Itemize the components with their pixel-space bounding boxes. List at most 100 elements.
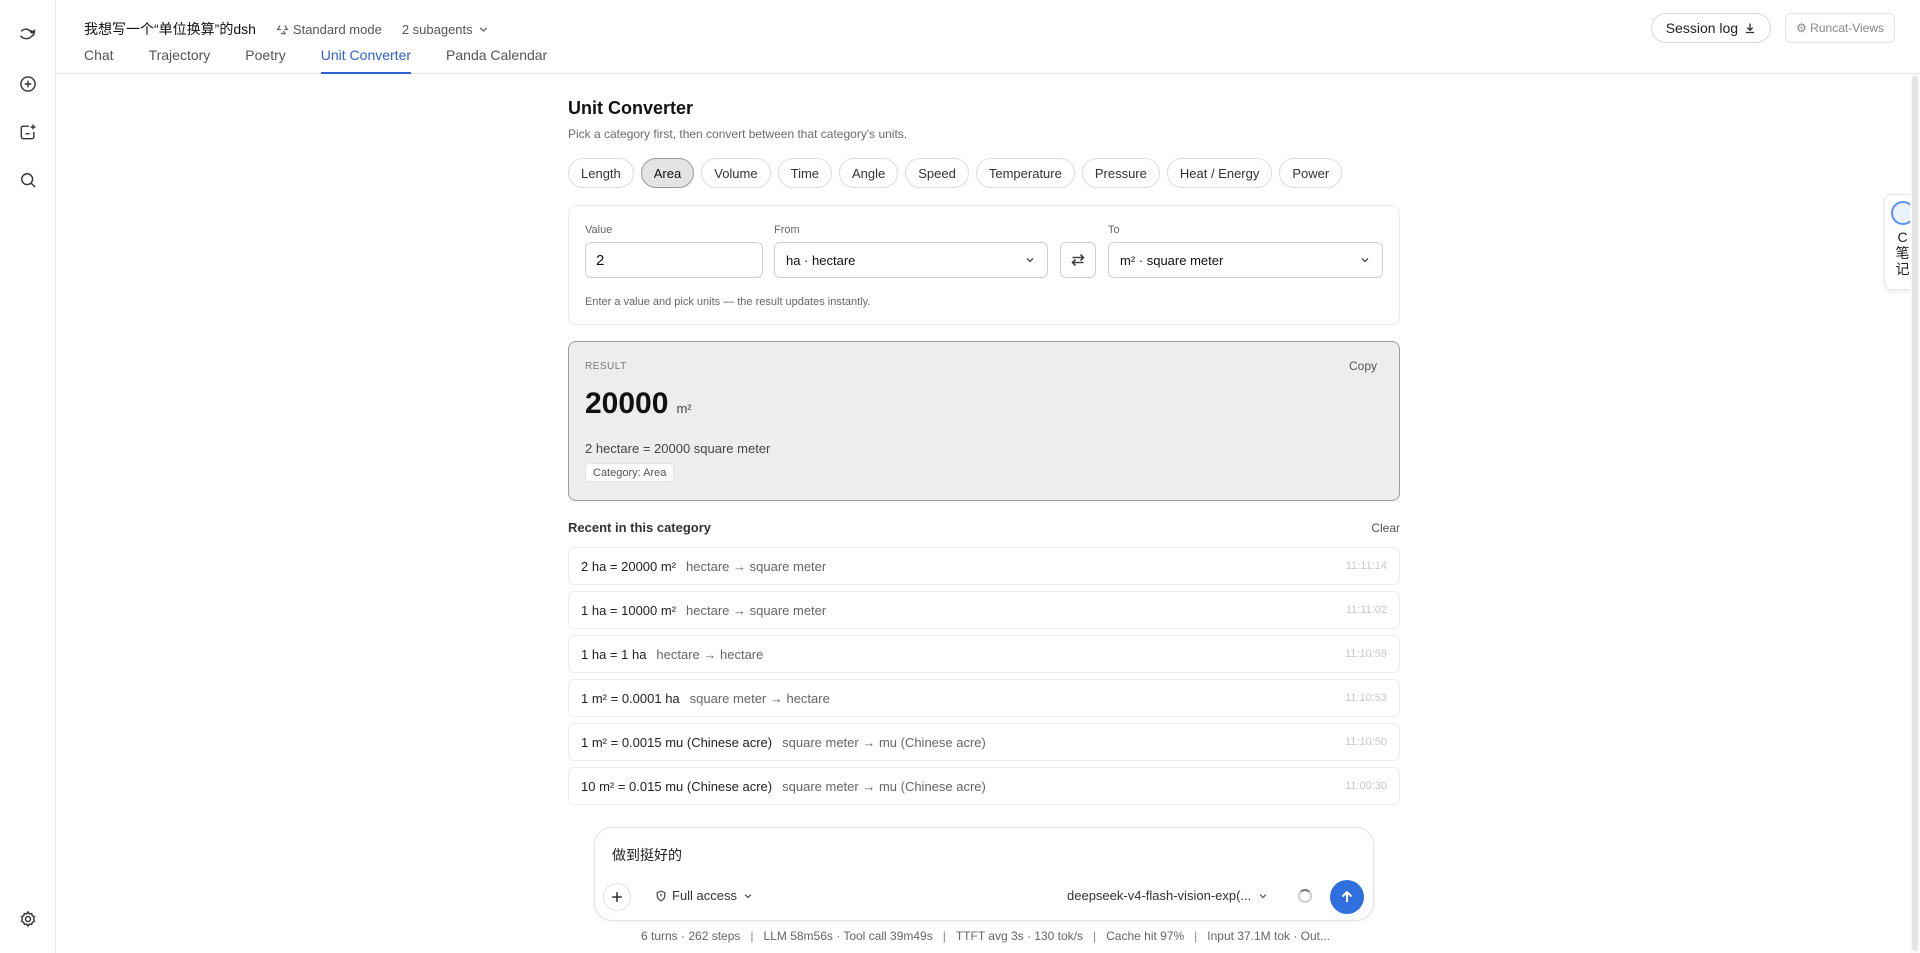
chevron-down-icon xyxy=(1259,893,1267,898)
from-label: From xyxy=(774,224,800,236)
search-icon[interactable] xyxy=(14,166,42,194)
recent-expression: 1 ha = 1 ha xyxy=(581,646,647,662)
recent-item[interactable]: 2 ha = 20000 m² hectare → square meter 1… xyxy=(568,547,1400,585)
session-log-button[interactable]: Session log xyxy=(1650,13,1772,43)
category-chip-area[interactable]: Area xyxy=(640,158,695,188)
tab-poetry[interactable]: Poetry xyxy=(245,47,285,74)
session-log-label: Session log xyxy=(1665,20,1739,36)
access-dropdown[interactable]: Full access xyxy=(655,888,754,903)
mode-selector[interactable]: Standard mode xyxy=(276,22,382,37)
recent-item[interactable]: 1 ha = 1 ha hectare → hectare 11:10:59 xyxy=(568,635,1400,673)
recent-heading: Recent in this category xyxy=(568,520,712,535)
status-cache: Cache hit 97% xyxy=(1106,929,1185,943)
tab-bar: Chat Trajectory Poetry Unit Converter Pa… xyxy=(84,47,547,74)
category-chip-temperature[interactable]: Temperature xyxy=(975,158,1075,188)
arrow-up-icon xyxy=(1341,890,1353,902)
from-unit-value: ha · hectare xyxy=(786,252,856,268)
status-separator: | xyxy=(1194,929,1198,943)
page-scrollbar[interactable] xyxy=(1910,74,1920,953)
status-separator: | xyxy=(942,929,946,943)
runcat-views-button[interactable]: ⚙ Runcat-Views xyxy=(1785,13,1895,43)
status-turns: 6 turns · 262 steps xyxy=(641,929,741,943)
category-chip-heat-energy[interactable]: Heat / Energy xyxy=(1166,158,1273,188)
subagents-dropdown[interactable]: 2 subagents xyxy=(402,22,490,37)
notes-widget-text: 笔 xyxy=(1895,245,1910,261)
category-chip-angle[interactable]: Angle xyxy=(839,158,899,188)
recent-list: 2 ha = 20000 m² hectare → square meter 1… xyxy=(568,547,1400,811)
model-label: deepseek-v4-flash-vision-exp(... xyxy=(1067,888,1252,903)
recent-description: square meter → hectare xyxy=(689,690,830,706)
model-selector[interactable]: deepseek-v4-flash-vision-exp(... xyxy=(1067,888,1269,903)
to-label: To xyxy=(1108,224,1120,236)
attach-button[interactable] xyxy=(603,883,631,911)
result-label: RESULT xyxy=(585,361,627,372)
scrollbar-thumb[interactable] xyxy=(1912,76,1918,951)
tab-chat[interactable]: Chat xyxy=(84,47,114,74)
chevron-down-icon xyxy=(1026,258,1034,263)
recent-timestamp: 11:11:02 xyxy=(1345,604,1387,616)
header-actions: Session log ⚙ Runcat-Views xyxy=(1650,13,1895,43)
result-card: RESULT Copy 20000 m² 2 hectare = 20000 s… xyxy=(568,341,1400,501)
runcat-views-label: ⚙ Runcat-Views xyxy=(1796,21,1884,35)
recent-description: hectare → square meter xyxy=(686,602,827,618)
swap-arrows-icon xyxy=(1071,253,1085,267)
category-chip-volume[interactable]: Volume xyxy=(701,158,771,188)
app-logo-icon[interactable] xyxy=(14,20,42,48)
settings-icon[interactable] xyxy=(14,905,42,933)
page-subtitle: Pick a category first, then convert betw… xyxy=(568,127,908,141)
session-title[interactable]: 我想写一个“单位换算”的dsh xyxy=(84,19,256,39)
clear-recent-button[interactable]: Clear xyxy=(1371,521,1400,535)
page-title: Unit Converter xyxy=(568,98,694,118)
swap-units-button[interactable] xyxy=(1060,242,1096,278)
recent-expression: 2 ha = 20000 m² xyxy=(581,558,677,574)
recent-description: hectare → hectare xyxy=(656,646,764,662)
plus-icon xyxy=(612,892,622,902)
value-label: Value xyxy=(585,224,613,236)
tab-panda-calendar[interactable]: Panda Calendar xyxy=(446,47,547,74)
recent-description: square meter → mu (Chinese acre) xyxy=(782,734,986,750)
recent-item[interactable]: 10 m² = 0.015 mu (Chinese acre) square m… xyxy=(568,767,1400,805)
recent-timestamp: 11:10:53 xyxy=(1344,692,1387,704)
value-input[interactable] xyxy=(585,242,763,278)
download-icon xyxy=(1745,23,1755,34)
recent-description: hectare → square meter xyxy=(686,558,827,574)
category-chip-length[interactable]: Length xyxy=(568,158,634,188)
copy-button[interactable]: Copy xyxy=(1349,359,1377,373)
recent-item[interactable]: 1 m² = 0.0015 mu (Chinese acre) square m… xyxy=(568,723,1400,761)
chevron-down-icon xyxy=(479,26,487,32)
recent-expression: 1 ha = 10000 m² xyxy=(581,602,677,618)
left-rail xyxy=(0,0,56,953)
status-bar: 6 turns · 262 steps | LLM 58m56s · Tool … xyxy=(641,929,1330,943)
recent-item[interactable]: 1 m² = 0.0001 ha square meter → hectare … xyxy=(568,679,1400,717)
send-button[interactable] xyxy=(1330,880,1364,914)
category-chip-speed[interactable]: Speed xyxy=(905,158,969,188)
to-unit-value: m² · square meter xyxy=(1120,252,1224,268)
recent-timestamp: 11:10:59 xyxy=(1344,648,1387,660)
recent-timestamp: 11:11:14 xyxy=(1345,560,1387,572)
recent-expression: 10 m² = 0.015 mu (Chinese acre) xyxy=(581,778,773,794)
from-unit-select[interactable]: ha · hectare xyxy=(774,242,1048,278)
subagents-label: 2 subagents xyxy=(401,21,473,37)
status-tokens: Input 37.1M tok · Out... xyxy=(1207,929,1331,943)
chevron-down-icon xyxy=(1361,258,1369,263)
message-input[interactable]: 做到挺好的 xyxy=(612,845,682,865)
to-unit-select[interactable]: m² · square meter xyxy=(1108,242,1383,278)
category-chip-time[interactable]: Time xyxy=(777,158,833,188)
mode-label: Standard mode xyxy=(292,21,382,37)
tab-unit-converter[interactable]: Unit Converter xyxy=(320,47,412,74)
recent-expression: 1 m² = 0.0001 ha xyxy=(581,690,680,706)
result-value: 20000 m² xyxy=(585,387,692,421)
category-chip-power[interactable]: Power xyxy=(1279,158,1343,188)
recent-item[interactable]: 1 ha = 10000 m² hectare → square meter 1… xyxy=(568,591,1400,629)
recycle-icon xyxy=(276,24,289,34)
new-chat-icon[interactable] xyxy=(14,70,42,98)
tab-trajectory[interactable]: Trajectory xyxy=(149,47,211,74)
new-project-icon[interactable] xyxy=(14,118,42,146)
result-unit: m² xyxy=(676,401,692,416)
chevron-down-icon xyxy=(744,893,752,898)
status-separator: | xyxy=(750,929,754,943)
app-window: 我想写一个“单位换算”的dsh Standard mode 2 subagent… xyxy=(0,0,1920,953)
recent-timestamp: 11:00:30 xyxy=(1344,780,1387,792)
category-chip-pressure[interactable]: Pressure xyxy=(1081,158,1160,188)
shield-icon xyxy=(656,889,666,902)
